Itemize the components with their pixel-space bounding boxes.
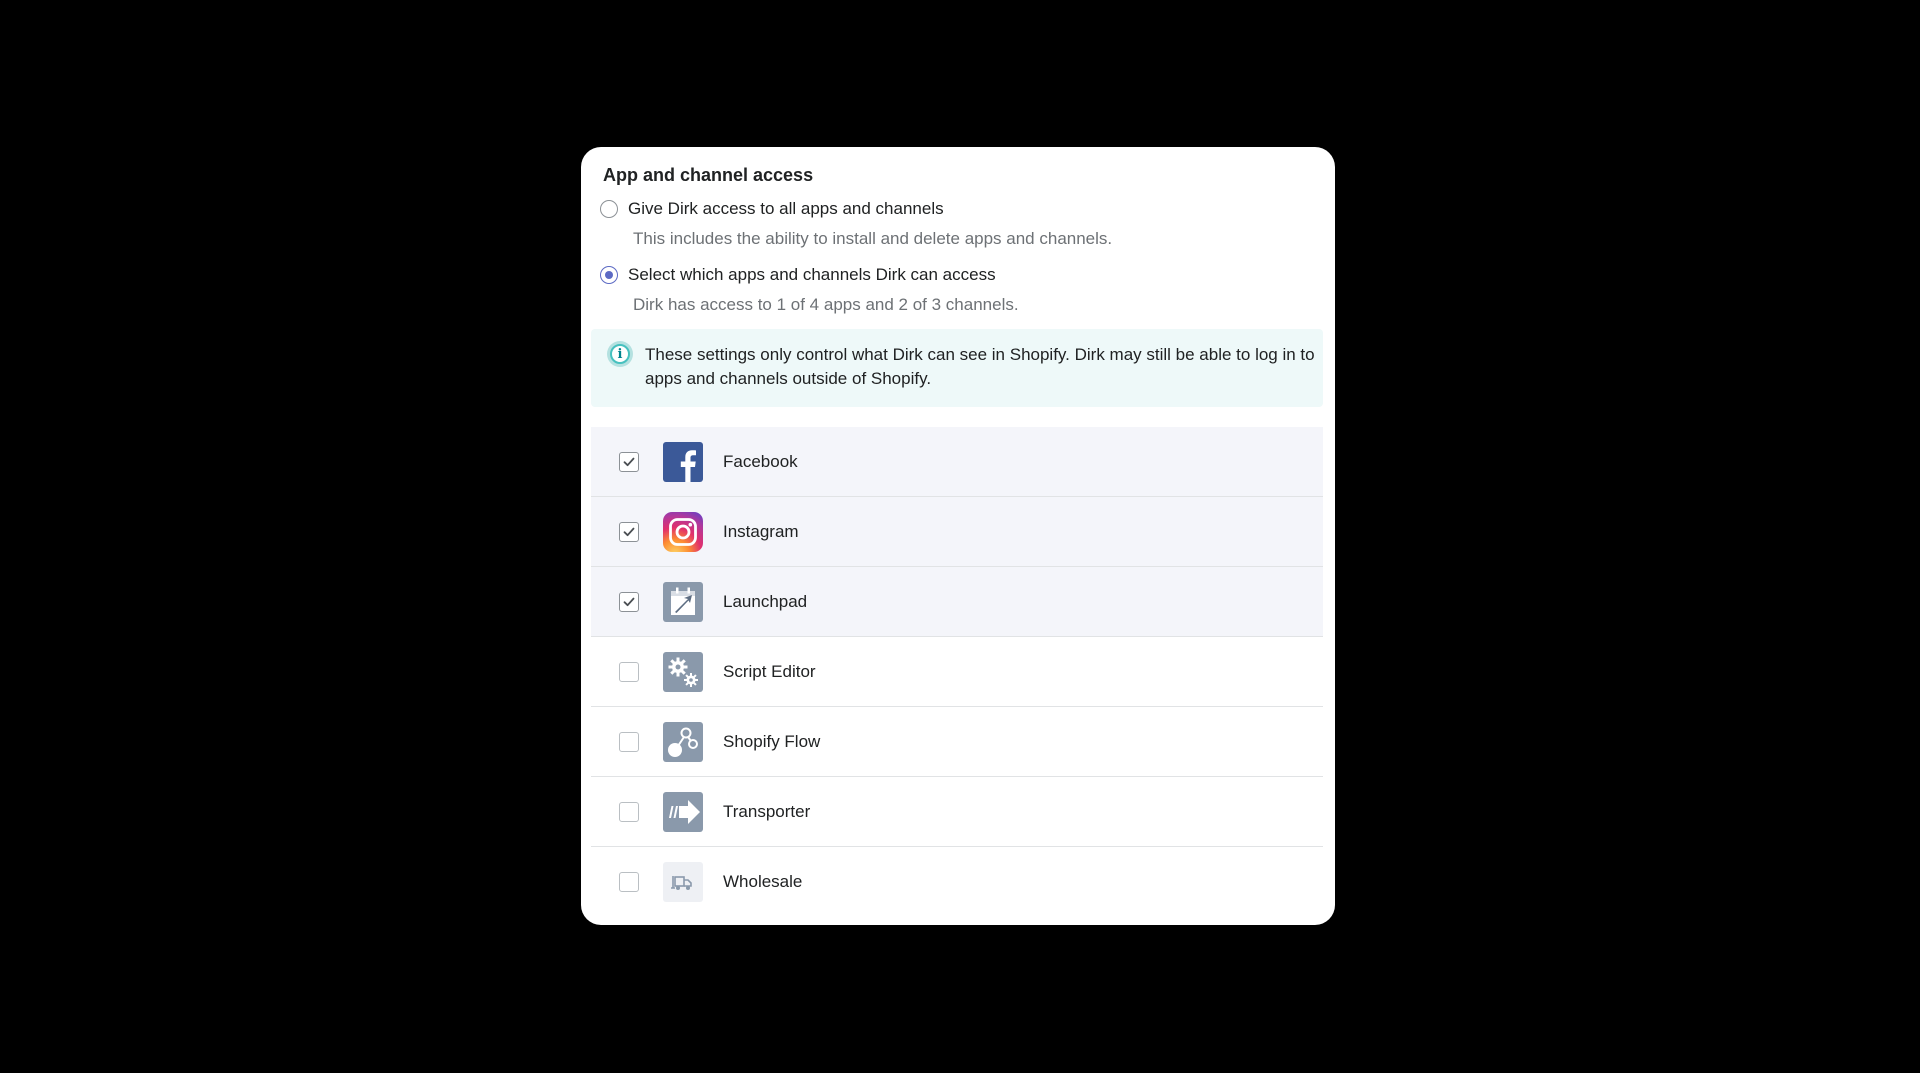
checkbox-unchecked[interactable] bbox=[619, 661, 639, 682]
checkbox-checked[interactable] bbox=[619, 591, 639, 612]
checkbox-checked[interactable] bbox=[619, 451, 639, 472]
checkbox-unchecked[interactable] bbox=[619, 801, 639, 822]
section-title: App and channel access bbox=[603, 165, 814, 185]
app-row-script-editor[interactable]: Script Editor bbox=[591, 637, 1323, 707]
app-row-wholesale[interactable]: Wholesale bbox=[591, 847, 1323, 916]
app-row-instagram[interactable]: Instagram bbox=[591, 497, 1323, 567]
radio-all-access[interactable]: Give Dirk access to all apps and channel… bbox=[600, 199, 944, 219]
radio-button-selected[interactable] bbox=[600, 266, 618, 284]
radio-label: Select which apps and channels Dirk can … bbox=[628, 265, 996, 284]
info-icon: i bbox=[607, 341, 633, 367]
info-banner: i These settings only control what Dirk … bbox=[591, 329, 1323, 407]
checkbox-unchecked[interactable] bbox=[619, 731, 639, 752]
radio-help-text: This includes the ability to install and… bbox=[633, 229, 1113, 248]
shopify-flow-icon bbox=[663, 721, 703, 762]
app-name: Shopify Flow bbox=[723, 731, 821, 751]
app-row-shopify-flow[interactable]: Shopify Flow bbox=[591, 707, 1323, 777]
radio-label: Give Dirk access to all apps and channel… bbox=[628, 199, 944, 218]
transporter-icon bbox=[663, 791, 703, 832]
app-row-facebook[interactable]: Facebook bbox=[591, 427, 1323, 497]
script-editor-icon bbox=[663, 651, 703, 692]
app-name: Facebook bbox=[723, 451, 798, 471]
wholesale-icon bbox=[663, 861, 703, 902]
checkbox-unchecked[interactable] bbox=[619, 871, 639, 892]
launchpad-icon bbox=[663, 581, 703, 622]
app-channel-access-card: App and channel access Give Dirk access … bbox=[581, 147, 1335, 925]
banner-text: These settings only control what Dirk ca… bbox=[645, 345, 1315, 388]
app-row-transporter[interactable]: Transporter bbox=[591, 777, 1323, 847]
app-name: Script Editor bbox=[723, 661, 816, 681]
app-name: Instagram bbox=[723, 521, 799, 541]
app-list: Facebook Instagram Launchpad Script Edit… bbox=[591, 427, 1323, 916]
app-name: Wholesale bbox=[723, 871, 803, 891]
facebook-icon bbox=[663, 441, 703, 482]
radio-help-text: Dirk has access to 1 of 4 apps and 2 of … bbox=[633, 295, 1019, 314]
app-name: Launchpad bbox=[723, 591, 808, 611]
instagram-icon bbox=[663, 511, 703, 552]
radio-button[interactable] bbox=[600, 200, 618, 218]
checkbox-checked[interactable] bbox=[619, 521, 639, 542]
app-row-launchpad[interactable]: Launchpad bbox=[591, 567, 1323, 637]
radio-select-access[interactable]: Select which apps and channels Dirk can … bbox=[600, 265, 996, 285]
app-name: Transporter bbox=[723, 801, 811, 821]
